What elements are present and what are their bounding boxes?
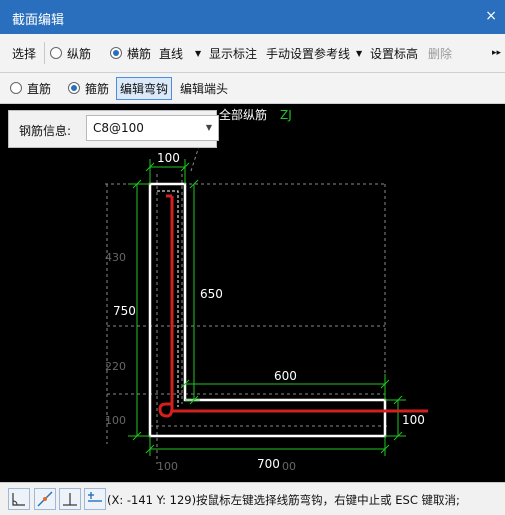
dim-100-left: 100 bbox=[105, 414, 126, 427]
chevron-down-icon: ▼ bbox=[356, 48, 363, 58]
section-outline bbox=[148, 182, 387, 438]
show-marks-label: 显示标注 bbox=[209, 46, 258, 61]
edit-end-label: 编辑端头 bbox=[180, 81, 229, 96]
manual-ref-label: 手动设置参考线 bbox=[266, 46, 351, 61]
dim-top: 100 bbox=[157, 151, 180, 165]
straight-bar-radio[interactable]: 直筋 bbox=[10, 73, 51, 103]
dim-750: 750 bbox=[113, 304, 136, 318]
drawing-canvas[interactable]: 全部纵筋 ZJ 100 430 750 650 220 600 100 100 … bbox=[0, 104, 505, 482]
set-elevation-label: 设置标高 bbox=[370, 46, 419, 61]
delete-button[interactable]: 删除 bbox=[428, 34, 452, 72]
edit-hook-button[interactable]: 编辑弯钩 bbox=[116, 73, 173, 103]
dim-650: 650 bbox=[200, 287, 223, 301]
delete-label: 删除 bbox=[428, 46, 453, 61]
zj-label: ZJ bbox=[280, 108, 292, 122]
radio-icon bbox=[10, 82, 22, 94]
radio-selected-icon bbox=[68, 82, 80, 94]
toolbar-sub: 直筋 箍筋 编辑弯钩 编辑端头 bbox=[0, 73, 505, 104]
edit-end-button[interactable]: 编辑端头 bbox=[180, 73, 228, 103]
toolbar-main: 选择 纵筋 横筋 直线 ▼ 显示标注 手动设置参考线 ▼ 设置标高 删除 ▸▸ bbox=[0, 34, 505, 73]
dim-100-right: 100 bbox=[402, 413, 425, 427]
manual-ref-dropdown[interactable]: 手动设置参考线 ▼ bbox=[266, 34, 362, 72]
midpoint-snap-icon[interactable] bbox=[34, 488, 56, 510]
long-bar-label: 纵筋 bbox=[67, 46, 92, 61]
cross-bar-radio[interactable]: 横筋 bbox=[110, 34, 151, 72]
stirrup-label: 箍筋 bbox=[85, 81, 110, 96]
cover-line bbox=[157, 190, 179, 407]
chevron-down-icon: ▼ bbox=[205, 123, 212, 132]
status-message: (X: -141 Y: 129)按鼠标左键选择线筋弯钩，右键中止或 ESC 键取… bbox=[107, 493, 460, 507]
mode-value: 直线 bbox=[159, 46, 184, 61]
ortho-snap-icon[interactable] bbox=[8, 488, 30, 510]
show-marks-button[interactable]: 显示标注 bbox=[209, 34, 257, 72]
cross-bar-label: 横筋 bbox=[127, 46, 152, 61]
status-bar: (X: -141 Y: 129)按鼠标左键选择线筋弯钩，右键中止或 ESC 键取… bbox=[0, 482, 505, 515]
section-drawing: 全部纵筋 ZJ 100 430 750 650 220 600 100 100 … bbox=[105, 107, 428, 473]
radio-selected-icon bbox=[110, 47, 122, 59]
select-button[interactable]: 选择 bbox=[12, 34, 36, 72]
close-icon[interactable]: × bbox=[485, 8, 497, 24]
rebar-info-value: C8@100 bbox=[93, 121, 144, 135]
long-bar-radio[interactable]: 纵筋 bbox=[50, 34, 91, 72]
window-title: 截面编辑 bbox=[12, 13, 65, 28]
mode-dropdown[interactable]: 直线 ▼ bbox=[159, 34, 201, 72]
dim-100-bottom: 100 bbox=[157, 460, 178, 473]
chevron-down-icon: ▼ bbox=[195, 48, 202, 58]
divider bbox=[44, 42, 45, 64]
rebar-vertical bbox=[158, 196, 174, 418]
rebar-info-label: 钢筋信息: bbox=[19, 124, 72, 138]
edit-hook-label: 编辑弯钩 bbox=[116, 76, 173, 100]
dim-430: 430 bbox=[105, 251, 126, 264]
dim-700: 700 bbox=[257, 457, 280, 471]
perpendicular-snap-icon[interactable] bbox=[59, 488, 81, 510]
radio-icon bbox=[50, 47, 62, 59]
title-bar: 截面编辑 × bbox=[0, 0, 505, 34]
stirrup-radio[interactable]: 箍筋 bbox=[68, 73, 109, 103]
rebar-info-panel: 钢筋信息: C8@100 ▼ bbox=[8, 110, 219, 148]
more-icon[interactable]: ▸▸ bbox=[492, 34, 501, 72]
dim-220: 220 bbox=[105, 360, 126, 373]
rebar-info-select[interactable]: C8@100 ▼ bbox=[86, 115, 219, 141]
straight-bar-label: 直筋 bbox=[27, 81, 52, 96]
dim-700-ghost: 00 bbox=[282, 460, 296, 473]
set-elevation-button[interactable]: 设置标高 bbox=[370, 34, 418, 72]
dim-600: 600 bbox=[274, 369, 297, 383]
axis-snap-icon[interactable] bbox=[84, 488, 106, 510]
all-long-bar-label: 全部纵筋 bbox=[219, 107, 267, 122]
select-label: 选择 bbox=[12, 46, 37, 61]
